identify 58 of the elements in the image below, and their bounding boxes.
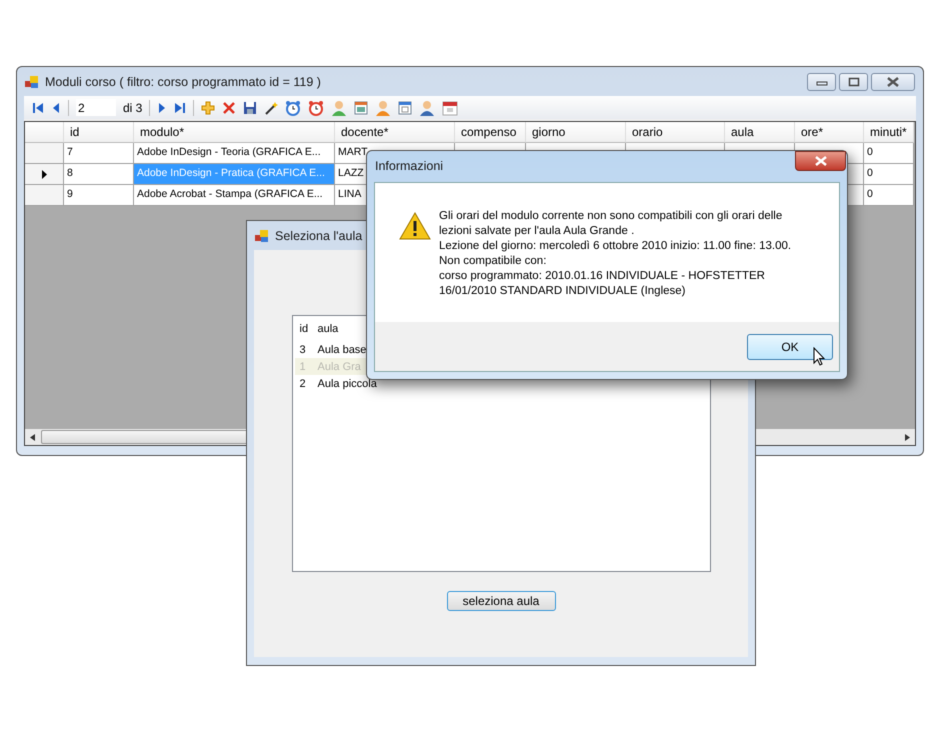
maximize-button[interactable] [839,72,868,90]
column-header[interactable]: modulo* [134,122,335,143]
first-record-icon[interactable] [32,102,44,114]
warning-icon [399,212,431,240]
column-header[interactable]: ore* [795,122,864,143]
table-cell: Adobe InDesign - Pratica (GRAFICA E... [134,164,335,185]
last-record-icon[interactable] [174,102,186,114]
column-header[interactable]: compenso [455,122,526,143]
add-icon[interactable] [201,100,216,114]
save-icon[interactable] [243,100,258,114]
close-button[interactable] [871,72,915,90]
scroll-left-icon[interactable] [30,434,35,440]
minimize-button[interactable] [807,72,836,90]
next-record-icon[interactable] [157,102,168,114]
table-cell: 0 [864,185,914,206]
column-header[interactable]: orario [626,122,725,143]
row-header [25,122,64,143]
window-title: Moduli corso ( filtro: corso programmato id = 119 ) [45,74,321,88]
table-cell: Adobe InDesign - Teoria (GRAFICA E... [134,143,335,164]
scroll-right-icon[interactable] [905,434,910,440]
table-cell: 8 [64,164,134,185]
column-header[interactable]: id [294,323,318,335]
ok-button[interactable]: OK [747,334,833,360]
delete-icon[interactable] [222,100,236,114]
table-cell: 7 [64,143,134,164]
table-cell: 9 [64,185,134,206]
app-icon [255,228,269,242]
alarm-clock-icon[interactable] [308,100,324,116]
table-cell: 0 [864,143,914,164]
select-room-button[interactable]: seleziona aula [446,591,556,611]
calendar-icon[interactable] [354,100,368,114]
person-icon[interactable] [419,100,436,116]
magic-wand-icon[interactable] [264,100,278,114]
column-header[interactable]: minuti* [864,122,914,143]
column-header[interactable]: docente* [335,122,455,143]
position-field[interactable]: 2 [76,99,116,116]
person-icon[interactable] [331,100,348,116]
message-text: Gli orari del modulo corrente non sono compatibili con gli orari delle lezioni salvate per l'aula Aula Grande . Lezione del giorno: mercoledì 6 ottobre 2010 inizio: 11.00 fine: 13.00. Non compatibile con: corso programmato: 2010.01.16 INDIVIDUALE - HOFSTETTER 16/01/2010 STANDARD INDIVIDUALE (Inglese) [439,209,792,299]
column-header[interactable]: id [64,122,134,143]
previous-record-icon[interactable] [51,102,61,114]
maximize-icon [848,76,860,86]
close-icon [886,76,900,86]
calendar-icon[interactable] [442,100,458,116]
mouse-cursor-icon [813,347,825,366]
row-header[interactable] [25,164,64,185]
window-title: Seleziona l'aula [275,228,362,242]
app-icon [25,74,39,88]
table-cell: 0 [864,164,914,185]
alarm-clock-icon[interactable] [285,100,302,116]
table-cell: Adobe Acrobat - Stampa (GRAFICA E... [134,185,335,206]
close-icon [814,156,828,166]
close-button[interactable] [795,151,846,171]
calendar-icon[interactable] [398,100,412,114]
record-count: di 3 [123,100,142,114]
current-row-icon [42,170,46,178]
column-header[interactable]: giorno [526,122,626,143]
column-header[interactable]: aula [318,323,338,335]
column-header[interactable]: aula [725,122,795,143]
